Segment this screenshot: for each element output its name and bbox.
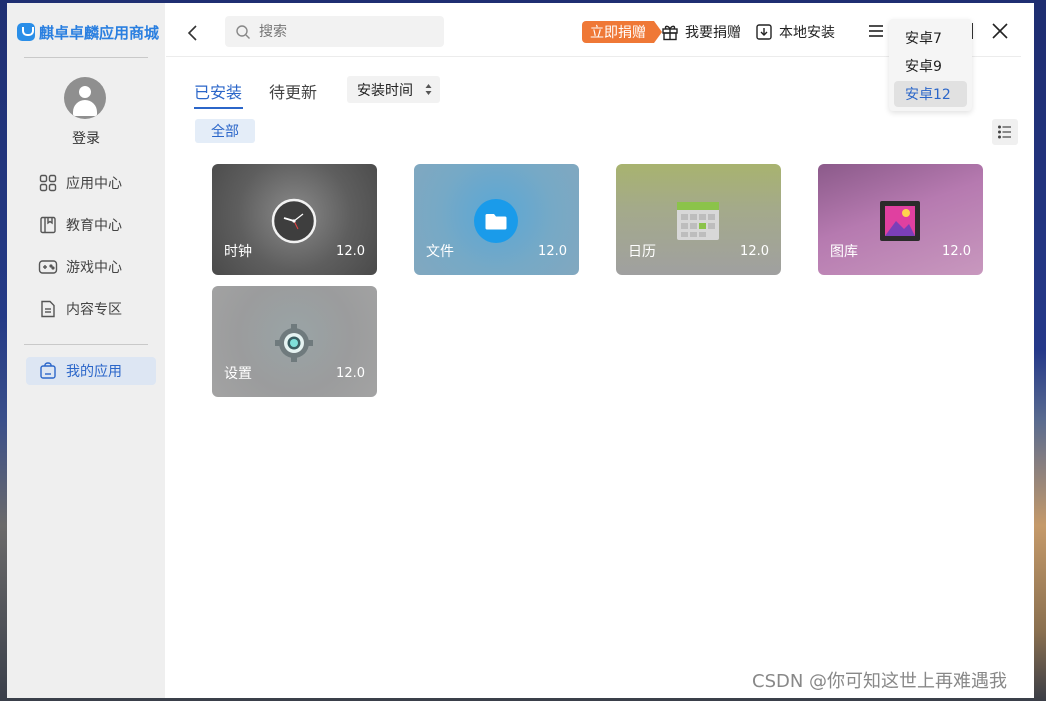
app-card-settings[interactable]: 设置 12.0 bbox=[212, 286, 377, 397]
watermark-text: CSDN @你可知这世上再难遇我 bbox=[752, 671, 1008, 692]
donate-now-badge[interactable]: 立即捐赠 bbox=[582, 21, 662, 43]
sidebar-divider-top bbox=[24, 57, 148, 58]
sidebar-item-content-zone[interactable]: 内容专区 bbox=[26, 295, 156, 323]
chevron-left-icon bbox=[187, 25, 197, 41]
sidebar-item-app-center[interactable]: 应用中心 bbox=[26, 169, 156, 197]
sidebar-item-education-center[interactable]: 教育中心 bbox=[26, 211, 156, 239]
local-install-label: 本地安装 bbox=[779, 25, 835, 41]
app-name: 设置 bbox=[224, 366, 252, 382]
local-install-button[interactable]: 本地安装 bbox=[755, 21, 835, 43]
download-box-icon bbox=[756, 24, 772, 40]
document-icon bbox=[38, 299, 58, 319]
app-card-files[interactable]: 文件 12.0 bbox=[414, 164, 579, 275]
app-card-gallery[interactable]: 图库 12.0 bbox=[818, 164, 983, 275]
search-box[interactable] bbox=[225, 16, 444, 47]
gallery-icon bbox=[875, 196, 925, 246]
settings-icon bbox=[269, 318, 319, 368]
app-name: 时钟 bbox=[224, 244, 252, 260]
grid-icon bbox=[38, 173, 58, 193]
app-version: 12.0 bbox=[336, 366, 365, 381]
android-option-9[interactable]: 安卓9 bbox=[894, 53, 967, 79]
sort-arrows-icon bbox=[425, 84, 432, 95]
close-icon[interactable] bbox=[990, 21, 1010, 41]
list-view-button[interactable] bbox=[992, 119, 1018, 145]
android-version-dropdown: 安卓7 安卓9 安卓12 bbox=[889, 19, 972, 111]
logo-icon bbox=[17, 23, 35, 41]
bag-icon bbox=[38, 361, 58, 381]
menu-icon[interactable] bbox=[868, 23, 884, 39]
sidebar-item-label: 我的应用 bbox=[66, 364, 122, 380]
sidebar-item-label: 应用中心 bbox=[66, 176, 122, 192]
app-version: 12.0 bbox=[538, 244, 567, 259]
tab-installed[interactable]: 已安装 bbox=[194, 79, 242, 103]
tab-active-indicator bbox=[194, 107, 243, 109]
gift-icon bbox=[662, 25, 678, 41]
app-name: 日历 bbox=[628, 244, 656, 260]
gamepad-icon bbox=[38, 257, 58, 277]
sort-label: 安装时间 bbox=[357, 82, 413, 99]
app-version: 12.0 bbox=[740, 244, 769, 259]
sidebar-item-label: 内容专区 bbox=[66, 302, 122, 318]
filter-all-chip[interactable]: 全部 bbox=[195, 119, 255, 143]
donate-button[interactable]: 我要捐赠 bbox=[661, 21, 741, 43]
app-logo: 麒卓卓麟应用商城 bbox=[17, 21, 159, 43]
logo-text: 麒卓卓麟应用商城 bbox=[39, 23, 160, 42]
list-icon bbox=[998, 125, 1011, 139]
sidebar-item-game-center[interactable]: 游戏中心 bbox=[26, 253, 156, 281]
book-icon bbox=[38, 215, 58, 235]
app-card-calendar[interactable]: 日历 12.0 bbox=[616, 164, 781, 275]
sidebar-item-my-apps[interactable]: 我的应用 bbox=[26, 357, 156, 385]
donate-label: 我要捐赠 bbox=[685, 25, 741, 41]
sidebar-divider-bottom bbox=[24, 344, 148, 345]
sidebar-item-label: 游戏中心 bbox=[66, 260, 122, 276]
app-version: 12.0 bbox=[336, 244, 365, 259]
app-name: 图库 bbox=[830, 244, 858, 260]
sidebar: 麒卓卓麟应用商城 登录 应用中心 教育中心 游戏中心 内容专区 我的应用 bbox=[7, 3, 165, 698]
avatar[interactable] bbox=[64, 77, 106, 119]
app-name: 文件 bbox=[426, 244, 454, 260]
sort-select[interactable]: 安装时间 bbox=[347, 76, 440, 103]
desktop-wallpaper-edge bbox=[1034, 0, 1046, 701]
tab-pending-update[interactable]: 待更新 bbox=[269, 79, 317, 103]
calendar-icon bbox=[673, 196, 723, 246]
android-option-7[interactable]: 安卓7 bbox=[894, 25, 967, 51]
folder-icon bbox=[471, 196, 521, 246]
app-store-window: 麒卓卓麟应用商城 登录 应用中心 教育中心 游戏中心 内容专区 我的应用 搜索 … bbox=[7, 3, 1034, 698]
sidebar-item-label: 教育中心 bbox=[66, 218, 122, 234]
back-button[interactable] bbox=[183, 21, 203, 45]
clock-icon bbox=[269, 196, 319, 246]
android-option-12[interactable]: 安卓12 bbox=[894, 81, 967, 107]
search-icon bbox=[236, 24, 250, 39]
search-input[interactable] bbox=[257, 22, 421, 41]
login-link[interactable]: 登录 bbox=[7, 128, 165, 148]
app-card-clock[interactable]: 时钟 12.0 bbox=[212, 164, 377, 275]
app-version: 12.0 bbox=[942, 244, 971, 259]
